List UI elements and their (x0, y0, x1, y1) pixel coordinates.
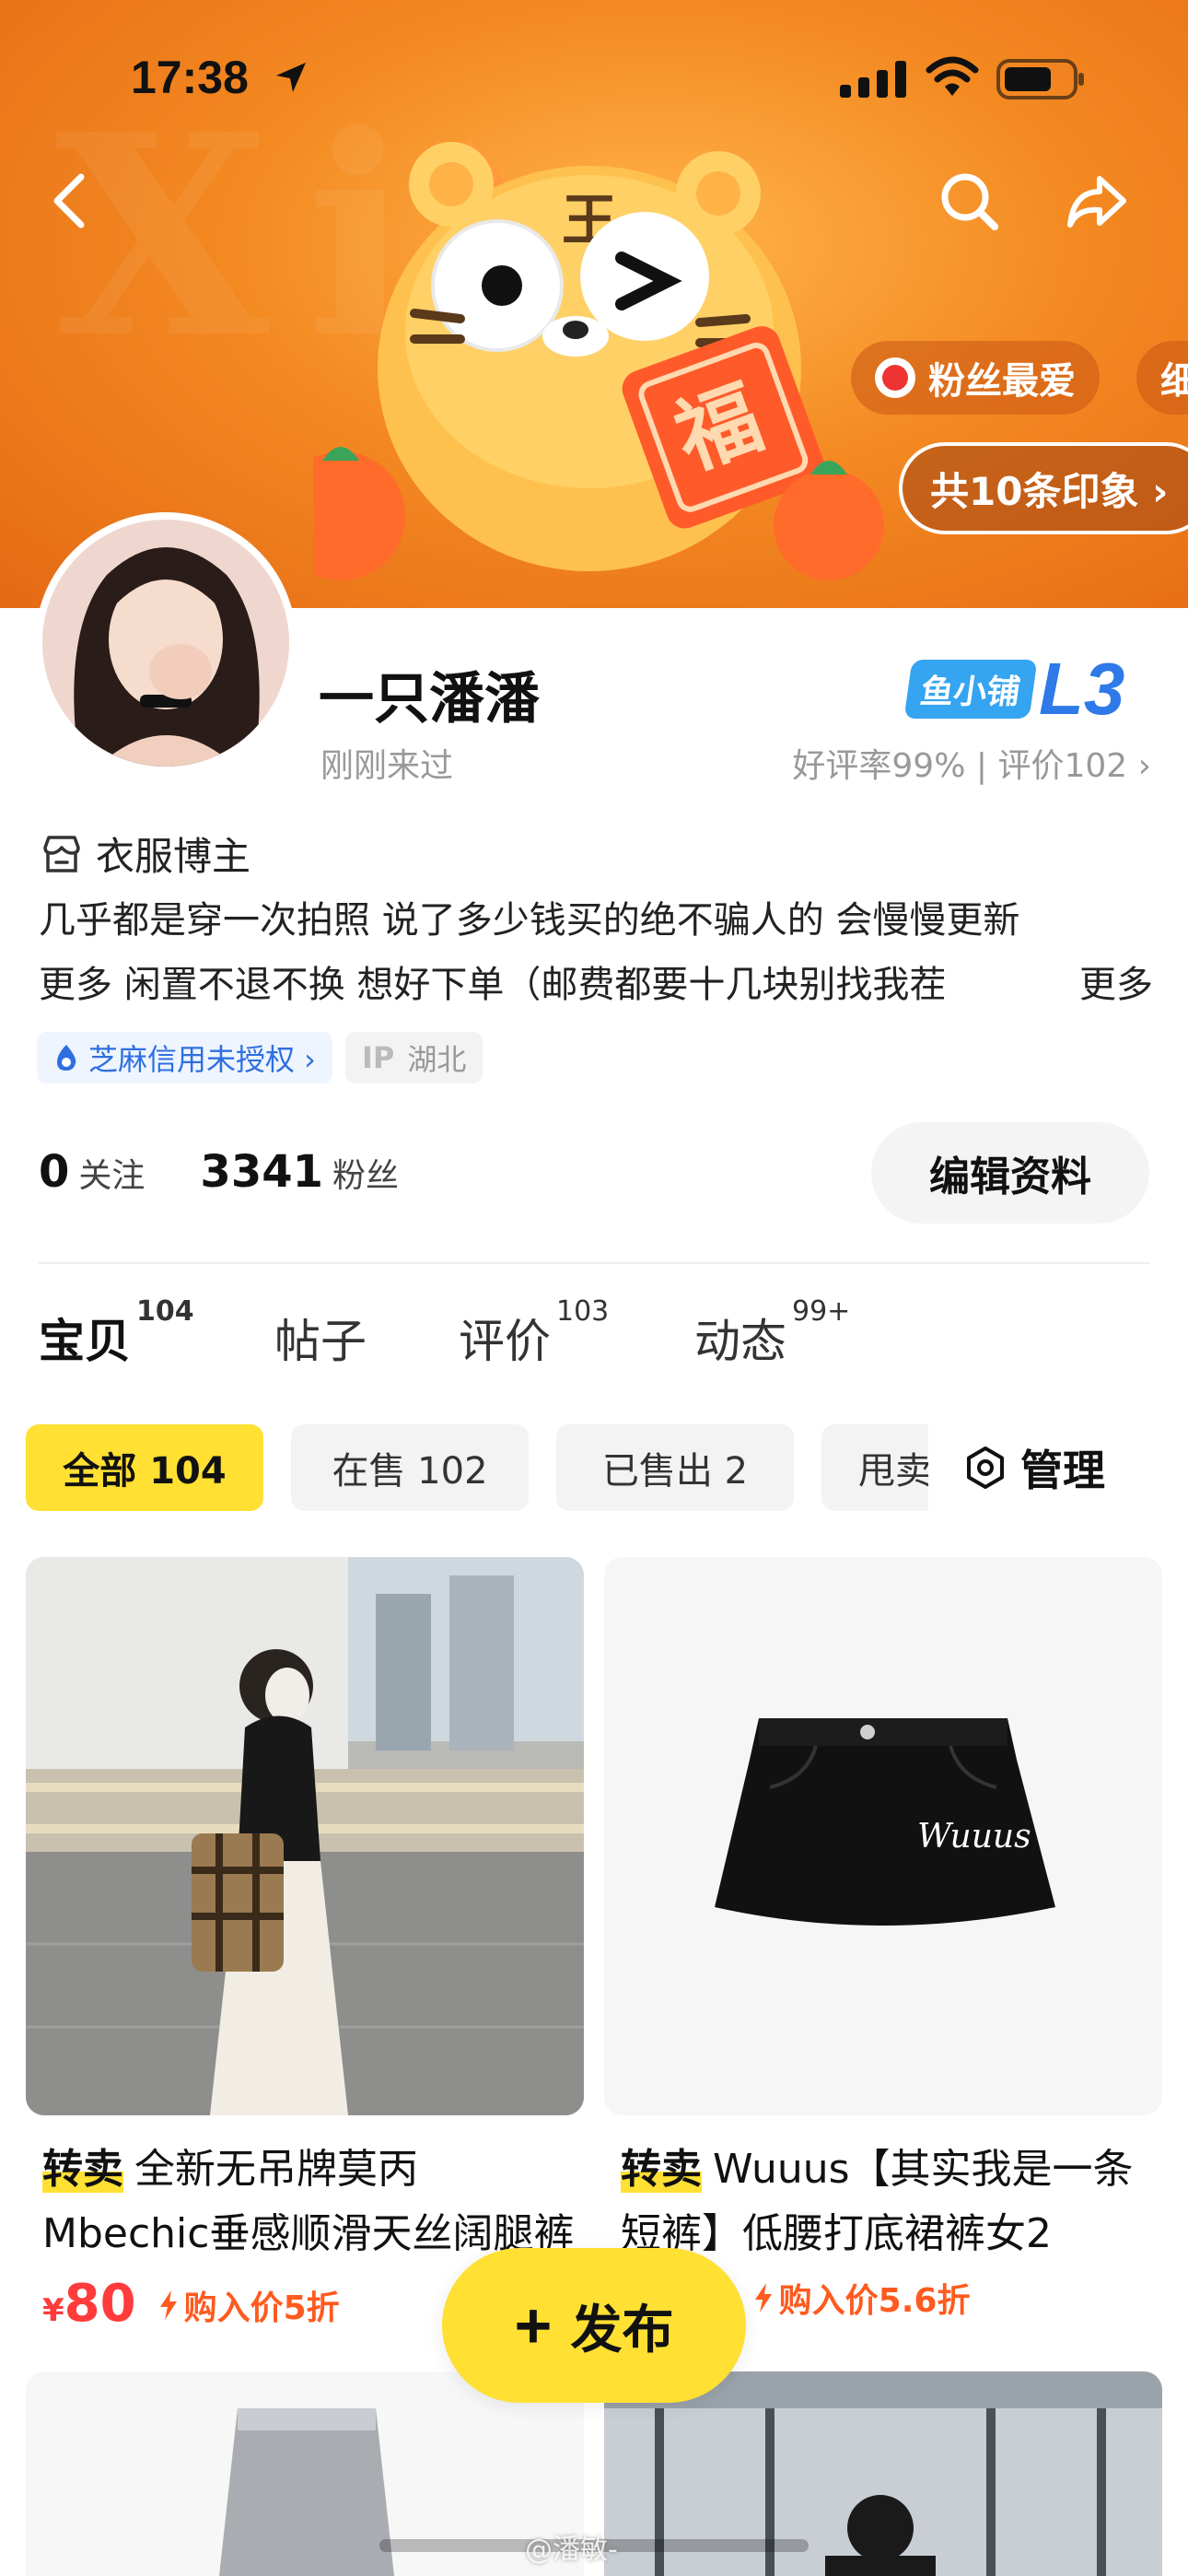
share-icon[interactable] (1065, 171, 1129, 232)
role-row: 衣服博主 (41, 825, 250, 882)
ip-location-chip: IP 湖北 (344, 1032, 483, 1083)
impressions-label: 共10条印象 › (930, 468, 1169, 514)
second-tag-label: 细 (1160, 360, 1188, 403)
zhima-credit-label: 芝麻信用未授权 › (88, 1042, 316, 1077)
tab-items-label: 宝贝 (39, 1315, 131, 1368)
username: 一只潘潘 (319, 667, 540, 732)
credit-chips: 芝麻信用未授权 › IP 湖北 (37, 1032, 483, 1083)
fan-favorite-tag[interactable]: 粉丝最爱 (851, 341, 1100, 415)
filter-sold[interactable]: 已售出 2 (556, 1424, 794, 1511)
product-image (26, 1557, 584, 2115)
tab-reviews-count: 103 (556, 1295, 610, 1329)
weibo-watermark: @潘敏- (525, 2534, 618, 2566)
avatar-photo (42, 520, 289, 767)
tab-items[interactable]: 宝贝104 (39, 1295, 194, 1371)
discount-text: 购入价5.6折 (778, 2282, 971, 2320)
publish-button[interactable]: + 发布 (442, 2248, 746, 2403)
shop-badge-label: 鱼小铺 (903, 660, 1038, 719)
shop-icon (43, 835, 80, 872)
search-icon[interactable] (939, 171, 1000, 232)
follow-stats: 0 关注 3341 粉丝 (39, 1146, 454, 1198)
bio-line-1: 几乎都是穿一次拍照 说了多少钱买的绝不骗人的 会慢慢更新 (39, 899, 1020, 942)
bio-more-link[interactable]: 更多 (1079, 953, 1153, 1017)
rating-link[interactable]: 好评率99% | 评价102 › (792, 739, 1151, 787)
last-seen: 刚刚来过 (320, 747, 454, 785)
price-currency: ¥ (42, 2292, 64, 2329)
fans-count[interactable]: 3341 (200, 1146, 323, 1198)
lightning-icon (754, 2283, 772, 2313)
tab-activity-label: 动态 (694, 1315, 786, 1368)
divider (39, 1262, 1149, 1264)
manage-label: 管理 (1020, 1446, 1105, 1495)
location-arrow-icon (276, 63, 306, 92)
battery-icon (996, 59, 1084, 100)
tab-items-count: 104 (136, 1295, 194, 1329)
product-title: 转卖 全新无吊牌莫丙Mbechic垂感顺滑天丝阔腿裤 (26, 2137, 584, 2266)
tab-reviews[interactable]: 评价103 (459, 1295, 609, 1371)
manage-button[interactable]: 管理 (963, 1437, 1105, 1498)
product-card[interactable]: 转卖 全新无吊牌莫丙Mbechic垂感顺滑天丝阔腿裤 ¥ 80 购入价5折 (26, 1557, 584, 2334)
product-title: 转卖 Wuuus【其实我是一条短裤】低腰打底裙裤女2 (604, 2137, 1162, 2266)
following-count[interactable]: 0 (39, 1146, 69, 1198)
fan-favorite-label: 粉丝最爱 (928, 360, 1076, 403)
fans-label[interactable]: 粉丝 (332, 1149, 399, 1197)
second-tag[interactable]: 细 (1136, 341, 1188, 415)
role-label: 衣服博主 (96, 834, 251, 879)
filter-all[interactable]: 全部 104 (26, 1424, 263, 1511)
filter-on-sale[interactable]: 在售 102 (291, 1424, 529, 1511)
wifi-icon (926, 56, 979, 96)
status-time: 17:38 (131, 52, 249, 103)
status-bar: 17:38 (0, 0, 1188, 157)
flame-drop-icon (57, 1045, 76, 1071)
settings-hex-icon (967, 1446, 1004, 1489)
shop-level-badge[interactable]: 鱼小铺 L3 (903, 648, 1124, 730)
avatar[interactable] (35, 512, 297, 774)
zhima-credit-chip[interactable]: 芝麻信用未授权 › (37, 1032, 332, 1083)
shop-level: L3 (1039, 648, 1125, 730)
tab-reviews-label: 评价 (459, 1315, 551, 1368)
tab-activity-count: 99+ (792, 1295, 851, 1329)
ip-value: 湖北 (407, 1042, 467, 1077)
tab-posts-label: 帖子 (274, 1315, 367, 1368)
following-label[interactable]: 关注 (78, 1149, 145, 1197)
bio[interactable]: 几乎都是穿一次拍照 说了多少钱买的绝不骗人的 会慢慢更新 更多 闲置不退不换 想… (39, 888, 1153, 1017)
resale-tag: 转卖 (621, 2146, 702, 2193)
lightning-icon (159, 2290, 177, 2320)
image-brand-text: Wuuus (917, 1818, 1031, 1856)
back-arrow-icon[interactable] (44, 171, 96, 230)
filter-chips: 全部 104 在售 102 已售出 2 甩卖 (26, 1424, 928, 1511)
cellular-signal-icon (840, 61, 906, 98)
impressions-button[interactable]: 共10条印象 › (899, 442, 1188, 534)
tiger-mascot-image: 王 福 (313, 138, 884, 580)
filter-clearance[interactable]: 甩卖 (821, 1424, 928, 1511)
tab-activity[interactable]: 动态99+ (694, 1295, 850, 1371)
discount-label: 购入价5.6折 (753, 2274, 971, 2322)
content-tabs: 宝贝104 帖子 评价103 动态99+ (0, 1286, 1188, 1388)
product-card[interactable]: Wuuus 转卖Wuuus【其实我是一条短裤】低腰打底裙裤女2 ¥ 购入价5.6… (604, 1557, 1162, 2322)
discount-label: 购入价5折 (158, 2281, 340, 2329)
discount-text: 购入价5折 (183, 2289, 340, 2327)
price-value: 80 (64, 2274, 136, 2334)
edit-profile-button[interactable]: 编辑资料 (871, 1122, 1149, 1224)
resale-tag: 转卖 (42, 2146, 123, 2193)
fan-badge-icon (875, 357, 915, 398)
publish-label: 发布 (570, 2300, 674, 2359)
product-image: Wuuus (604, 1557, 1162, 2115)
tab-posts[interactable]: 帖子 (274, 1305, 367, 1371)
plus-icon: + (514, 2289, 553, 2361)
bio-line-2: 更多 闲置不退不换 想好下单（邮费都要十几块别找我茬 (39, 964, 947, 1006)
ip-key: IP (361, 1040, 395, 1075)
